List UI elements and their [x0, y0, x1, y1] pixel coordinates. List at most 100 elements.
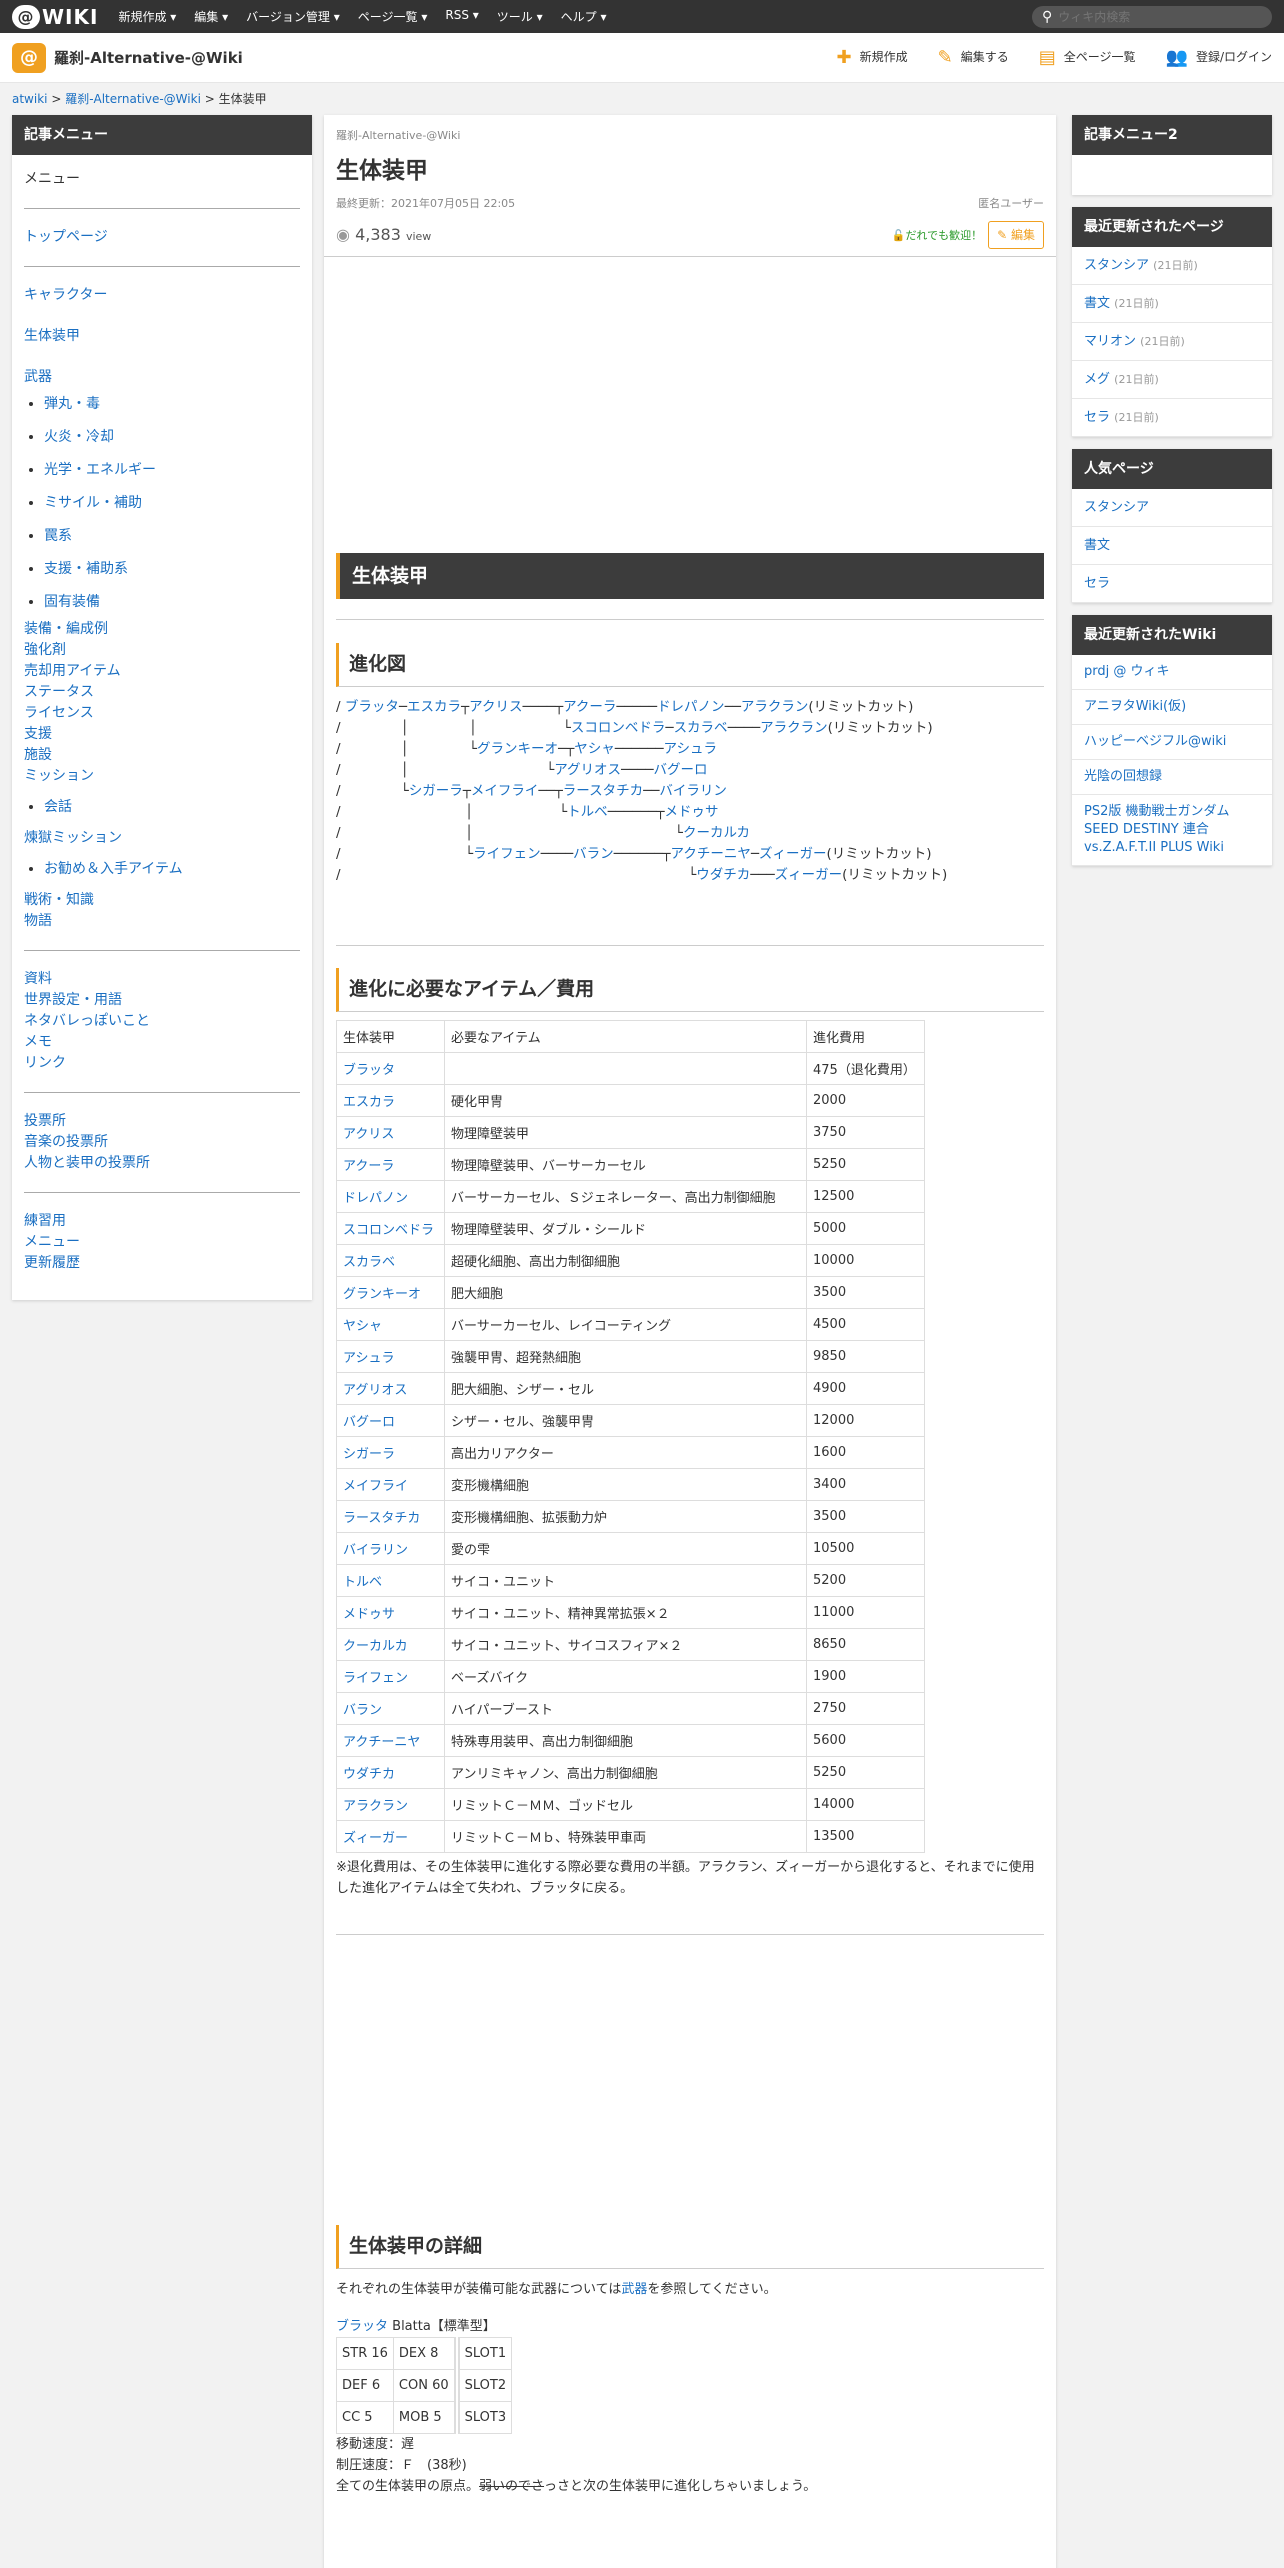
armor-name-cell[interactable]: メドゥサ — [336, 1596, 445, 1629]
armor-name-cell[interactable]: アクーラ — [336, 1148, 445, 1181]
recent-item[interactable]: マリオン (21日前) — [1072, 323, 1272, 361]
wiki-item[interactable]: 光陰の回想録 — [1072, 760, 1272, 795]
tree-node[interactable]: シガーラ — [409, 783, 463, 799]
nav-vote[interactable]: 投票所 — [24, 1113, 66, 1129]
nav-enhancer[interactable]: 強化剤 — [24, 642, 66, 658]
tree-node[interactable]: トルベ — [567, 804, 608, 820]
nav-weapon-trap[interactable]: 罠系 — [44, 528, 72, 544]
search-icon[interactable]: ⚲ — [1042, 9, 1052, 25]
tree-node[interactable]: メドゥサ — [664, 804, 718, 820]
login-button[interactable]: 👥 登録/ログイン — [1166, 47, 1272, 68]
wiki-item[interactable]: アニヲタWiki(仮) — [1072, 690, 1272, 725]
tree-node[interactable]: ライフェン — [473, 846, 541, 862]
nav-spoiler[interactable]: ネタバレっぽいこと — [24, 1013, 150, 1029]
nav-weapon-bullet[interactable]: 弾丸・毒 — [44, 396, 100, 412]
wiki-item[interactable]: ハッピーベジフル@wiki — [1072, 725, 1272, 760]
menu-pages[interactable]: ページ一覧 ▾ — [358, 8, 428, 25]
menu-new[interactable]: 新規作成 ▾ — [118, 8, 176, 25]
nav-chara-vote[interactable]: 人物と装甲の投票所 — [24, 1155, 150, 1171]
site-title[interactable]: 羅刹-Alternative-@Wiki — [54, 47, 243, 68]
nav-world[interactable]: 世界設定・用語 — [24, 992, 122, 1008]
nav-status[interactable]: ステータス — [24, 684, 94, 700]
tree-node[interactable]: スカラベ — [674, 720, 728, 736]
tree-node[interactable]: メイフライ — [471, 783, 539, 799]
nav-tactics[interactable]: 戦術・知識 — [24, 892, 94, 908]
nav-weapon-unique[interactable]: 固有装備 — [44, 594, 100, 610]
all-pages-button[interactable]: ▤ 全ページ一覧 — [1039, 47, 1136, 68]
nav-items[interactable]: お勧め＆入手アイテム — [44, 861, 183, 877]
nav-mission[interactable]: ミッション — [24, 768, 94, 784]
recent-item[interactable]: スタンシア (21日前) — [1072, 247, 1272, 285]
nav-prison-mission[interactable]: 煉獄ミッション — [24, 830, 122, 846]
tree-node[interactable]: エスカラ — [407, 699, 461, 715]
tree-node[interactable]: ズィーガー — [775, 867, 843, 883]
tree-node[interactable]: アラクラン — [760, 720, 828, 736]
tree-node[interactable]: スコロンベドラ — [571, 720, 666, 736]
armor-name-cell[interactable]: ウダチカ — [336, 1756, 445, 1789]
nav-facility[interactable]: 施設 — [24, 747, 52, 763]
breadcrumb-site[interactable]: 羅刹-Alternative-@Wiki — [65, 92, 201, 106]
popular-item[interactable]: スタンシア — [1072, 489, 1272, 527]
armor-name-cell[interactable]: ライフェン — [336, 1660, 445, 1693]
weapon-link[interactable]: 武器 — [621, 2282, 647, 2297]
armor-name-cell[interactable]: アクリス — [336, 1116, 445, 1149]
nav-memo[interactable]: メモ — [24, 1034, 52, 1050]
wiki-item[interactable]: PS2版 機動戦士ガンダムSEED DESTINY 連合vs.Z.A.F.T.I… — [1072, 795, 1272, 866]
nav-menu[interactable]: メニュー — [24, 1234, 80, 1250]
blatta-link[interactable]: ブラッタ — [336, 2319, 388, 2334]
tree-node[interactable]: ラースタチカ — [563, 783, 643, 799]
armor-name-cell[interactable]: アシュラ — [336, 1340, 445, 1373]
tree-node[interactable]: ドレパノン — [657, 699, 725, 715]
menu-edit[interactable]: 編集 ▾ — [194, 8, 228, 25]
atwiki-logo[interactable]: @ WIKI — [12, 4, 98, 29]
armor-name-cell[interactable]: バイラリン — [336, 1532, 445, 1565]
recent-item[interactable]: メグ (21日前) — [1072, 361, 1272, 399]
page-edit-button[interactable]: ✎ 編集 — [988, 221, 1044, 249]
nav-history[interactable]: 更新履歴 — [24, 1255, 80, 1271]
tree-node[interactable]: ブラッタ — [345, 699, 399, 715]
nav-weapon[interactable]: 武器 — [24, 369, 52, 385]
nav-link[interactable]: リンク — [24, 1055, 66, 1071]
tree-node[interactable]: バラン — [573, 846, 614, 862]
tree-node[interactable]: グランキーオ — [477, 741, 558, 757]
nav-equip[interactable]: 装備・編成例 — [24, 621, 108, 637]
nav-story[interactable]: 物語 — [24, 913, 52, 929]
nav-character[interactable]: キャラクター — [24, 287, 107, 303]
breadcrumb-root[interactable]: atwiki — [12, 92, 48, 106]
armor-name-cell[interactable]: ラースタチカ — [336, 1500, 445, 1533]
menu-tools[interactable]: ツール ▾ — [497, 8, 543, 25]
new-page-button[interactable]: ✚ 新規作成 — [837, 47, 908, 68]
armor-name-cell[interactable]: スコロンベドラ — [336, 1212, 445, 1245]
armor-name-cell[interactable]: ズィーガー — [336, 1820, 445, 1853]
menu-rss[interactable]: RSS ▾ — [445, 8, 478, 25]
armor-name-cell[interactable]: アラクラン — [336, 1788, 445, 1821]
popular-item[interactable]: 書文 — [1072, 527, 1272, 565]
armor-name-cell[interactable]: バラン — [336, 1692, 445, 1725]
popular-item[interactable]: セラ — [1072, 565, 1272, 603]
nav-armor[interactable]: 生体装甲 — [24, 328, 80, 344]
tree-node[interactable]: バイラリン — [659, 783, 727, 799]
armor-name-cell[interactable]: シガーラ — [336, 1436, 445, 1469]
tree-node[interactable]: ヤシャ — [574, 741, 615, 757]
tree-node[interactable]: アクチーニヤ — [671, 846, 751, 862]
tree-node[interactable]: アグリオス — [554, 762, 621, 778]
nav-sale-items[interactable]: 売却用アイテム — [24, 663, 121, 679]
nav-talk[interactable]: 会話 — [44, 799, 72, 815]
nav-support[interactable]: 支援 — [24, 726, 52, 742]
armor-name-cell[interactable]: メイフライ — [336, 1468, 445, 1501]
armor-name-cell[interactable]: クーカルカ — [336, 1628, 445, 1661]
tree-node[interactable]: アクーラ — [563, 699, 616, 715]
recent-item[interactable]: セラ (21日前) — [1072, 399, 1272, 437]
wiki-item[interactable]: prdj @ ウィキ — [1072, 655, 1272, 690]
armor-name-cell[interactable]: アグリオス — [336, 1372, 445, 1405]
tree-node[interactable]: アクリス — [469, 699, 522, 715]
armor-name-cell[interactable]: アクチーニヤ — [336, 1724, 445, 1757]
nav-practice[interactable]: 練習用 — [24, 1213, 66, 1229]
armor-name-cell[interactable]: トルベ — [336, 1564, 445, 1597]
tree-node[interactable]: アラクラン — [741, 699, 809, 715]
nav-weapon-support[interactable]: 支援・補助系 — [44, 561, 128, 577]
armor-name-cell[interactable]: エスカラ — [336, 1084, 445, 1117]
tree-node[interactable]: クーカルカ — [683, 825, 750, 841]
tree-node[interactable]: ズィーガー — [759, 846, 827, 862]
armor-name-cell[interactable]: バグーロ — [336, 1404, 445, 1437]
